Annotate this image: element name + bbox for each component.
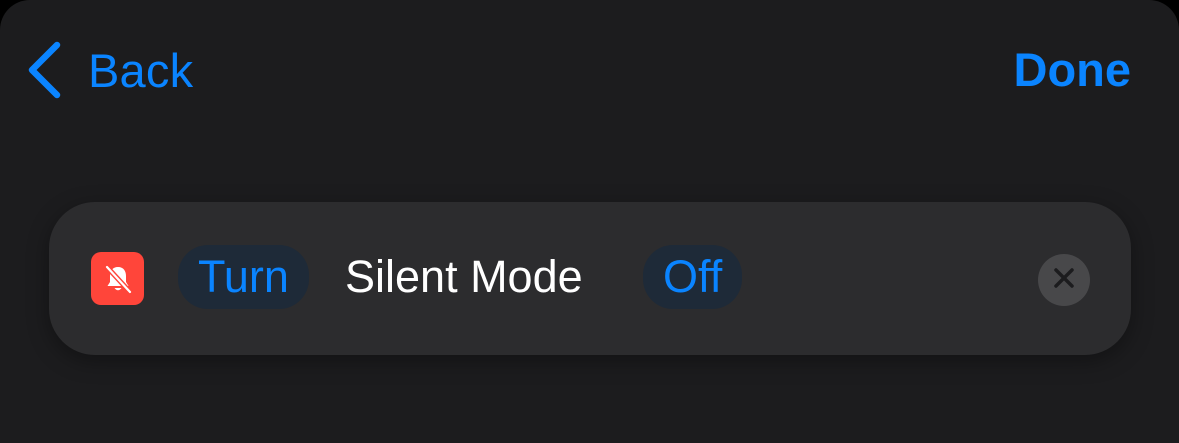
sheet: Back Done Turn Silent Mode Off <box>0 0 1179 443</box>
back-button[interactable]: Back <box>26 40 193 100</box>
chevron-left-icon <box>26 41 62 99</box>
back-label: Back <box>88 43 194 97</box>
done-button[interactable]: Done <box>1014 40 1132 100</box>
bell-slash-icon <box>91 252 144 305</box>
verb-parameter[interactable]: Turn <box>178 245 309 309</box>
action-card: Turn Silent Mode Off <box>49 202 1131 355</box>
remove-action-button[interactable] <box>1038 254 1090 306</box>
state-parameter[interactable]: Off <box>643 245 743 309</box>
action-subject: Silent Mode <box>345 251 583 302</box>
close-icon <box>1053 267 1075 294</box>
